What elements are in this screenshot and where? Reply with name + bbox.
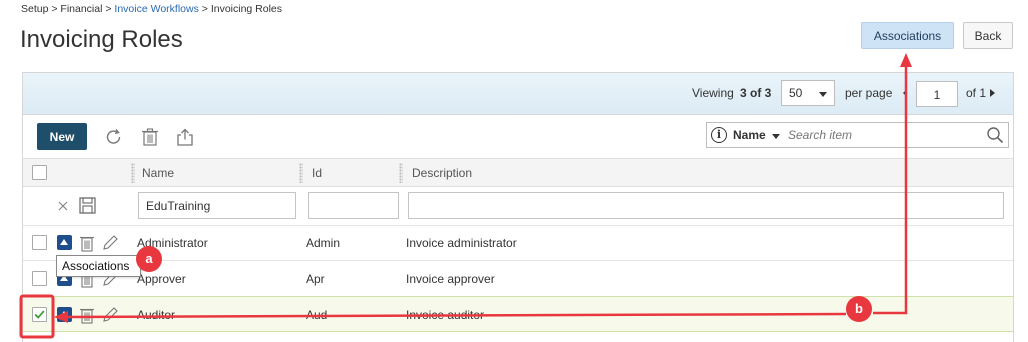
- row-checkbox[interactable]: [32, 235, 47, 250]
- refresh-icon[interactable]: [104, 128, 124, 146]
- search-box: i Name Search item: [706, 122, 1009, 148]
- row-name: Approver: [137, 272, 186, 286]
- id-filter-input[interactable]: [308, 192, 399, 219]
- select-all-checkbox[interactable]: [32, 165, 47, 180]
- per-page-select[interactable]: 50: [781, 80, 835, 106]
- checkmark-icon: [34, 310, 45, 319]
- invoicing-roles-page: Setup > Financial > Invoice Workflows > …: [0, 0, 1028, 342]
- annotation-arrowhead: [900, 53, 912, 67]
- viewing-count: 3 of 3: [740, 86, 772, 100]
- breadcrumb-setup[interactable]: Setup: [21, 3, 48, 15]
- associations-tooltip: Associations: [56, 255, 141, 277]
- associations-button[interactable]: Associations: [861, 22, 954, 49]
- back-button[interactable]: Back: [963, 22, 1013, 49]
- row-checkbox[interactable]: [32, 271, 47, 286]
- trash-icon[interactable]: [79, 306, 95, 324]
- export-icon[interactable]: [175, 128, 195, 146]
- breadcrumb-separator: >: [48, 3, 61, 15]
- per-page-value: 50: [789, 86, 803, 100]
- row-description: Invoice auditor: [406, 308, 485, 322]
- associations-icon[interactable]: [57, 235, 72, 250]
- grid-header: Name Id Description: [23, 158, 1013, 187]
- trash-icon[interactable]: [79, 234, 95, 252]
- description-filter-input[interactable]: [408, 192, 1004, 219]
- trash-icon[interactable]: [140, 128, 160, 146]
- new-button[interactable]: New: [37, 123, 87, 150]
- name-filter-input[interactable]: EduTraining: [138, 192, 296, 219]
- breadcrumb-financial[interactable]: Financial: [60, 3, 102, 15]
- row-checkbox-checked[interactable]: [32, 307, 47, 322]
- per-page-label: per page: [845, 86, 893, 100]
- viewing-label: Viewing: [692, 86, 734, 100]
- pencil-icon[interactable]: [101, 306, 119, 324]
- table-row[interactable]: Approver Apr Invoice approver: [23, 261, 1013, 297]
- search-field-select[interactable]: Name: [733, 128, 766, 142]
- breadcrumb-separator: >: [102, 3, 115, 15]
- row-name: Auditor: [137, 308, 176, 322]
- row-id: Aud: [306, 308, 328, 322]
- breadcrumb-invoice-workflows[interactable]: Invoice Workflows: [114, 3, 198, 15]
- page-count-label: of 1: [966, 86, 987, 100]
- clear-filter-icon[interactable]: [58, 201, 68, 211]
- column-resize-handle[interactable]: [399, 163, 403, 183]
- row-id: Apr: [306, 272, 325, 286]
- pencil-icon[interactable]: [101, 234, 119, 252]
- associations-icon[interactable]: [57, 307, 72, 322]
- column-header-id[interactable]: Id: [312, 166, 322, 180]
- breadcrumb-current: Invoicing Roles: [210, 3, 283, 15]
- page-number-input[interactable]: 1: [916, 81, 958, 107]
- breadcrumb-separator: >: [198, 3, 211, 15]
- annotation-badge-a: a: [136, 246, 162, 272]
- table-row[interactable]: Administrator Admin Invoice administrato…: [23, 225, 1013, 261]
- column-resize-handle[interactable]: [131, 163, 135, 183]
- save-icon[interactable]: [79, 197, 96, 214]
- info-icon[interactable]: i: [711, 127, 727, 143]
- column-header-description[interactable]: Description: [412, 166, 472, 180]
- pager-bar: Viewing 3 of 3 50 per page 1 of 1: [23, 73, 1013, 115]
- row-description: Invoice administrator: [406, 236, 517, 250]
- page-title: Invoicing Roles: [20, 26, 183, 53]
- row-description: Invoice approver: [406, 272, 495, 286]
- column-header-name[interactable]: Name: [142, 166, 174, 180]
- next-page-icon[interactable]: [990, 89, 995, 97]
- chevron-down-icon: [819, 92, 827, 97]
- row-id: Admin: [306, 236, 341, 250]
- search-icon[interactable]: [985, 125, 1005, 145]
- chevron-down-icon[interactable]: [772, 134, 780, 139]
- annotation-badge-b: b: [846, 296, 872, 322]
- previous-page-icon[interactable]: [903, 89, 907, 97]
- search-input[interactable]: Search item: [788, 128, 852, 142]
- breadcrumb: Setup > Financial > Invoice Workflows > …: [21, 3, 282, 15]
- filter-row: EduTraining: [23, 188, 1013, 226]
- column-resize-handle[interactable]: [299, 163, 303, 183]
